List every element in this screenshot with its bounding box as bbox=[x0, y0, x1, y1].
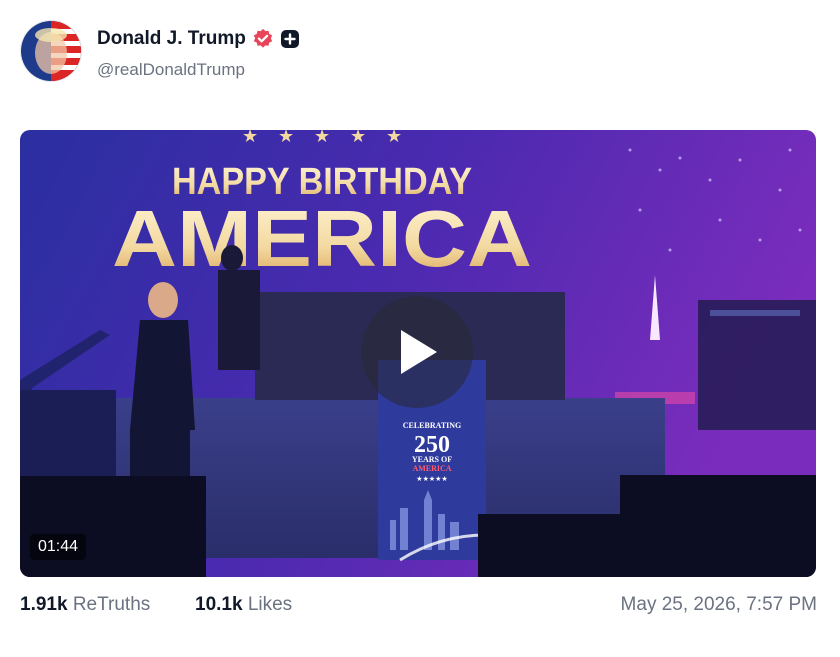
name-row: Donald J. Trump bbox=[97, 28, 300, 50]
likes-label: Likes bbox=[247, 594, 293, 615]
podium-line4: AMERICA bbox=[412, 464, 451, 473]
video-duration: 01:44 bbox=[30, 534, 87, 560]
svg-text:★: ★ bbox=[314, 130, 330, 147]
user-handle[interactable]: @realDonaldTrump bbox=[97, 60, 245, 80]
podium-line3: YEARS OF bbox=[412, 455, 452, 464]
plus-badge-icon bbox=[280, 30, 299, 48]
svg-text:★: ★ bbox=[242, 130, 258, 147]
podium-stars: ★★★★★ bbox=[416, 475, 447, 483]
post-header: Donald J. Trump @realDonaldTrump bbox=[20, 20, 820, 84]
play-button[interactable] bbox=[361, 296, 473, 408]
post-stats: 1.91k ReTruths 10.1k Likes May 25, 2026,… bbox=[20, 594, 820, 620]
banner-line2: AMERICA bbox=[112, 194, 532, 283]
retruths-stat[interactable]: 1.91k ReTruths bbox=[20, 594, 150, 616]
podium-line1: CELEBRATING bbox=[403, 421, 462, 430]
svg-text:★: ★ bbox=[386, 130, 402, 147]
verified-badge-icon bbox=[253, 28, 273, 48]
retruths-count: 1.91k bbox=[20, 594, 68, 615]
retruths-label: ReTruths bbox=[72, 594, 151, 615]
svg-text:★: ★ bbox=[350, 130, 366, 147]
post-timestamp[interactable]: May 25, 2026, 7:57 PM bbox=[621, 594, 817, 616]
likes-count: 10.1k bbox=[195, 594, 243, 615]
display-name[interactable]: Donald J. Trump bbox=[97, 28, 246, 50]
video-player[interactable]: ★ ★ ★ ★ ★ HAPPY BIRTHDAY AMERICA CELEBRA… bbox=[20, 130, 816, 577]
likes-stat[interactable]: 10.1k Likes bbox=[195, 594, 292, 616]
play-icon bbox=[401, 330, 437, 374]
avatar[interactable] bbox=[20, 20, 82, 82]
svg-text:★: ★ bbox=[278, 130, 294, 147]
